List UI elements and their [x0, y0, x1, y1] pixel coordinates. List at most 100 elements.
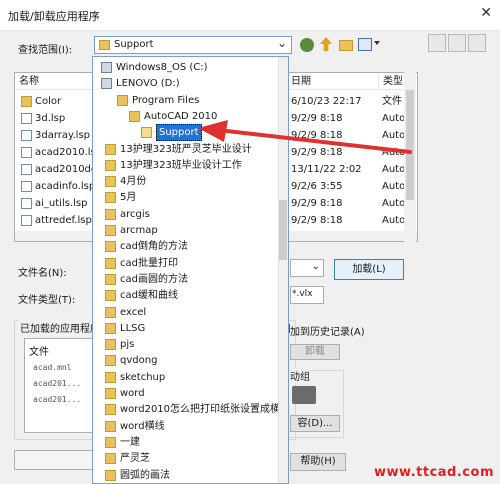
dropdown-item[interactable]: LLSG — [105, 321, 285, 336]
dropdown-item[interactable]: 严灵芝 — [105, 451, 285, 466]
file-name: Color — [35, 96, 62, 107]
dropdown-item[interactable]: 5月 — [105, 190, 285, 205]
look-in-combo[interactable]: Support ⌄ — [94, 36, 292, 54]
dropdown-item[interactable]: Windows8_OS (C:) — [101, 60, 281, 75]
dropdown-item-label: pjs — [120, 339, 135, 351]
folder-icon — [105, 143, 116, 155]
file-date: 13/11/22 2:02 — [291, 164, 362, 175]
arrow-shaft — [216, 128, 412, 154]
file-icon — [21, 113, 32, 124]
folder-icon — [105, 241, 116, 253]
folder-icon — [105, 469, 116, 481]
dropdown-item[interactable]: sketchup — [105, 370, 285, 385]
folder-icon — [99, 40, 110, 50]
file-icon — [21, 164, 32, 175]
dropdown-item[interactable]: 4月份 — [105, 174, 285, 189]
dropdown-item[interactable]: 一建 — [105, 435, 285, 450]
dropdown-item-label: 一建 — [120, 436, 140, 448]
file-name: 3darray.lsp — [35, 130, 91, 141]
startup-label: 动组 — [290, 368, 310, 383]
dropdown-item-label: 5月 — [120, 192, 137, 204]
loaded-item[interactable]: acad201... — [33, 395, 81, 404]
dropdown-item[interactable]: word2010怎么把打印纸张设置成横 — [105, 402, 285, 417]
dropdown-item[interactable]: qvdong — [105, 353, 285, 368]
folder-icon — [105, 436, 116, 448]
look-in-value: Support — [114, 39, 154, 50]
dropdown-item[interactable]: word横线 — [105, 419, 285, 434]
dropdown-scroll-thumb[interactable] — [279, 200, 287, 260]
dropdown-item[interactable]: cad倒角的方法 — [105, 239, 285, 254]
dropdown-item[interactable]: 圆弧的画法 — [105, 468, 285, 483]
dropdown-item[interactable]: cad画圆的方法 — [105, 272, 285, 287]
unload-button[interactable]: 卸载 — [290, 344, 340, 360]
dropdown-item-label: cad缓和曲线 — [120, 290, 178, 302]
dropdown-item[interactable]: cad缓和曲线 — [105, 288, 285, 303]
help-button[interactable]: 帮助(H) — [290, 453, 346, 471]
loaded-col-header: 文件 — [29, 347, 49, 358]
watermark: www.ttcad.com — [374, 465, 494, 480]
folder-icon — [117, 94, 128, 106]
loaded-item[interactable]: acad.mnl — [33, 363, 72, 372]
folder-icon — [105, 453, 116, 465]
dropdown-item[interactable]: arcmap — [105, 223, 285, 238]
file-date: 9/2/9 8:18 — [291, 215, 343, 226]
folder-icon — [105, 176, 116, 188]
folder-icon — [105, 306, 116, 318]
folder-icon — [105, 257, 116, 269]
dropdown-item[interactable]: Program Files — [117, 93, 288, 108]
loaded-apps-list[interactable]: 文件 acad.mnl acad201... acad201... — [24, 338, 96, 433]
filetype-select[interactable]: *.vlx — [290, 286, 324, 304]
file-date: 6/10/23 22:17 — [291, 96, 362, 107]
file-name: 3d.lsp — [35, 113, 66, 124]
dropdown-item[interactable]: word — [105, 386, 285, 401]
dropdown-item-label: arcgis — [120, 208, 150, 220]
add-to-history-label: 加到历史记录(A) — [290, 327, 365, 338]
file-icon — [21, 147, 32, 158]
dropdown-item-label: 4月份 — [120, 176, 147, 188]
annotation-arrow — [198, 120, 412, 154]
new-folder-icon[interactable] — [339, 40, 353, 51]
views-dropdown-icon[interactable] — [374, 41, 380, 45]
find-icon[interactable] — [428, 34, 446, 52]
folder-icon — [21, 96, 32, 107]
folder-icon — [105, 290, 116, 302]
file-icon — [21, 198, 32, 209]
column-header-date[interactable]: 日期 — [287, 73, 379, 90]
filetype-label: 文件类型(T): — [18, 295, 76, 306]
options-icon[interactable] — [448, 34, 466, 52]
dropdown-item[interactable]: LENOVO (D:) — [101, 76, 281, 91]
window-title: 加载/卸载应用程序 — [8, 10, 100, 23]
dropdown-item-label: cad画圆的方法 — [120, 273, 188, 285]
folder-icon — [129, 110, 140, 122]
dropdown-item-label: LLSG — [120, 322, 146, 334]
filetype-value: *.vlx — [292, 289, 313, 299]
dropdown-item[interactable]: excel — [105, 305, 285, 320]
folder-icon — [105, 159, 116, 171]
drive-icon — [101, 78, 112, 90]
chevron-down-icon[interactable]: ⌄ — [277, 36, 287, 50]
folder-icon — [105, 388, 116, 399]
file-icon — [21, 215, 32, 226]
loaded-item[interactable]: acad201... — [33, 379, 81, 388]
contents-button[interactable]: 容(D)... — [290, 415, 340, 432]
views-icon[interactable] — [358, 38, 372, 51]
back-icon[interactable] — [300, 38, 314, 52]
dropdown-item-label: cad批量打印 — [120, 257, 178, 269]
tools-icon[interactable] — [468, 34, 486, 52]
dropdown-item-label: word — [120, 388, 145, 399]
folder-icon — [105, 420, 116, 432]
dropdown-item[interactable]: pjs — [105, 337, 285, 352]
dropdown-item[interactable]: cad批量打印 — [105, 256, 285, 271]
dropdown-item[interactable]: arcgis — [105, 207, 285, 222]
load-button[interactable]: 加载(L) — [334, 259, 404, 280]
dropdown-item-label: cad倒角的方法 — [120, 241, 188, 253]
dropdown-item-label: 圆弧的画法 — [120, 469, 170, 481]
file-name: acad2010.ls — [35, 147, 96, 158]
folder-icon — [105, 322, 116, 334]
drive-icon — [101, 62, 112, 73]
filename-label: 文件名(N): — [18, 268, 67, 279]
up-folder-icon[interactable] — [320, 37, 332, 51]
dropdown-item-label: qvdong — [120, 355, 158, 367]
filename-input[interactable]: ⌄ — [290, 259, 324, 277]
close-icon[interactable]: ✕ — [480, 5, 492, 21]
